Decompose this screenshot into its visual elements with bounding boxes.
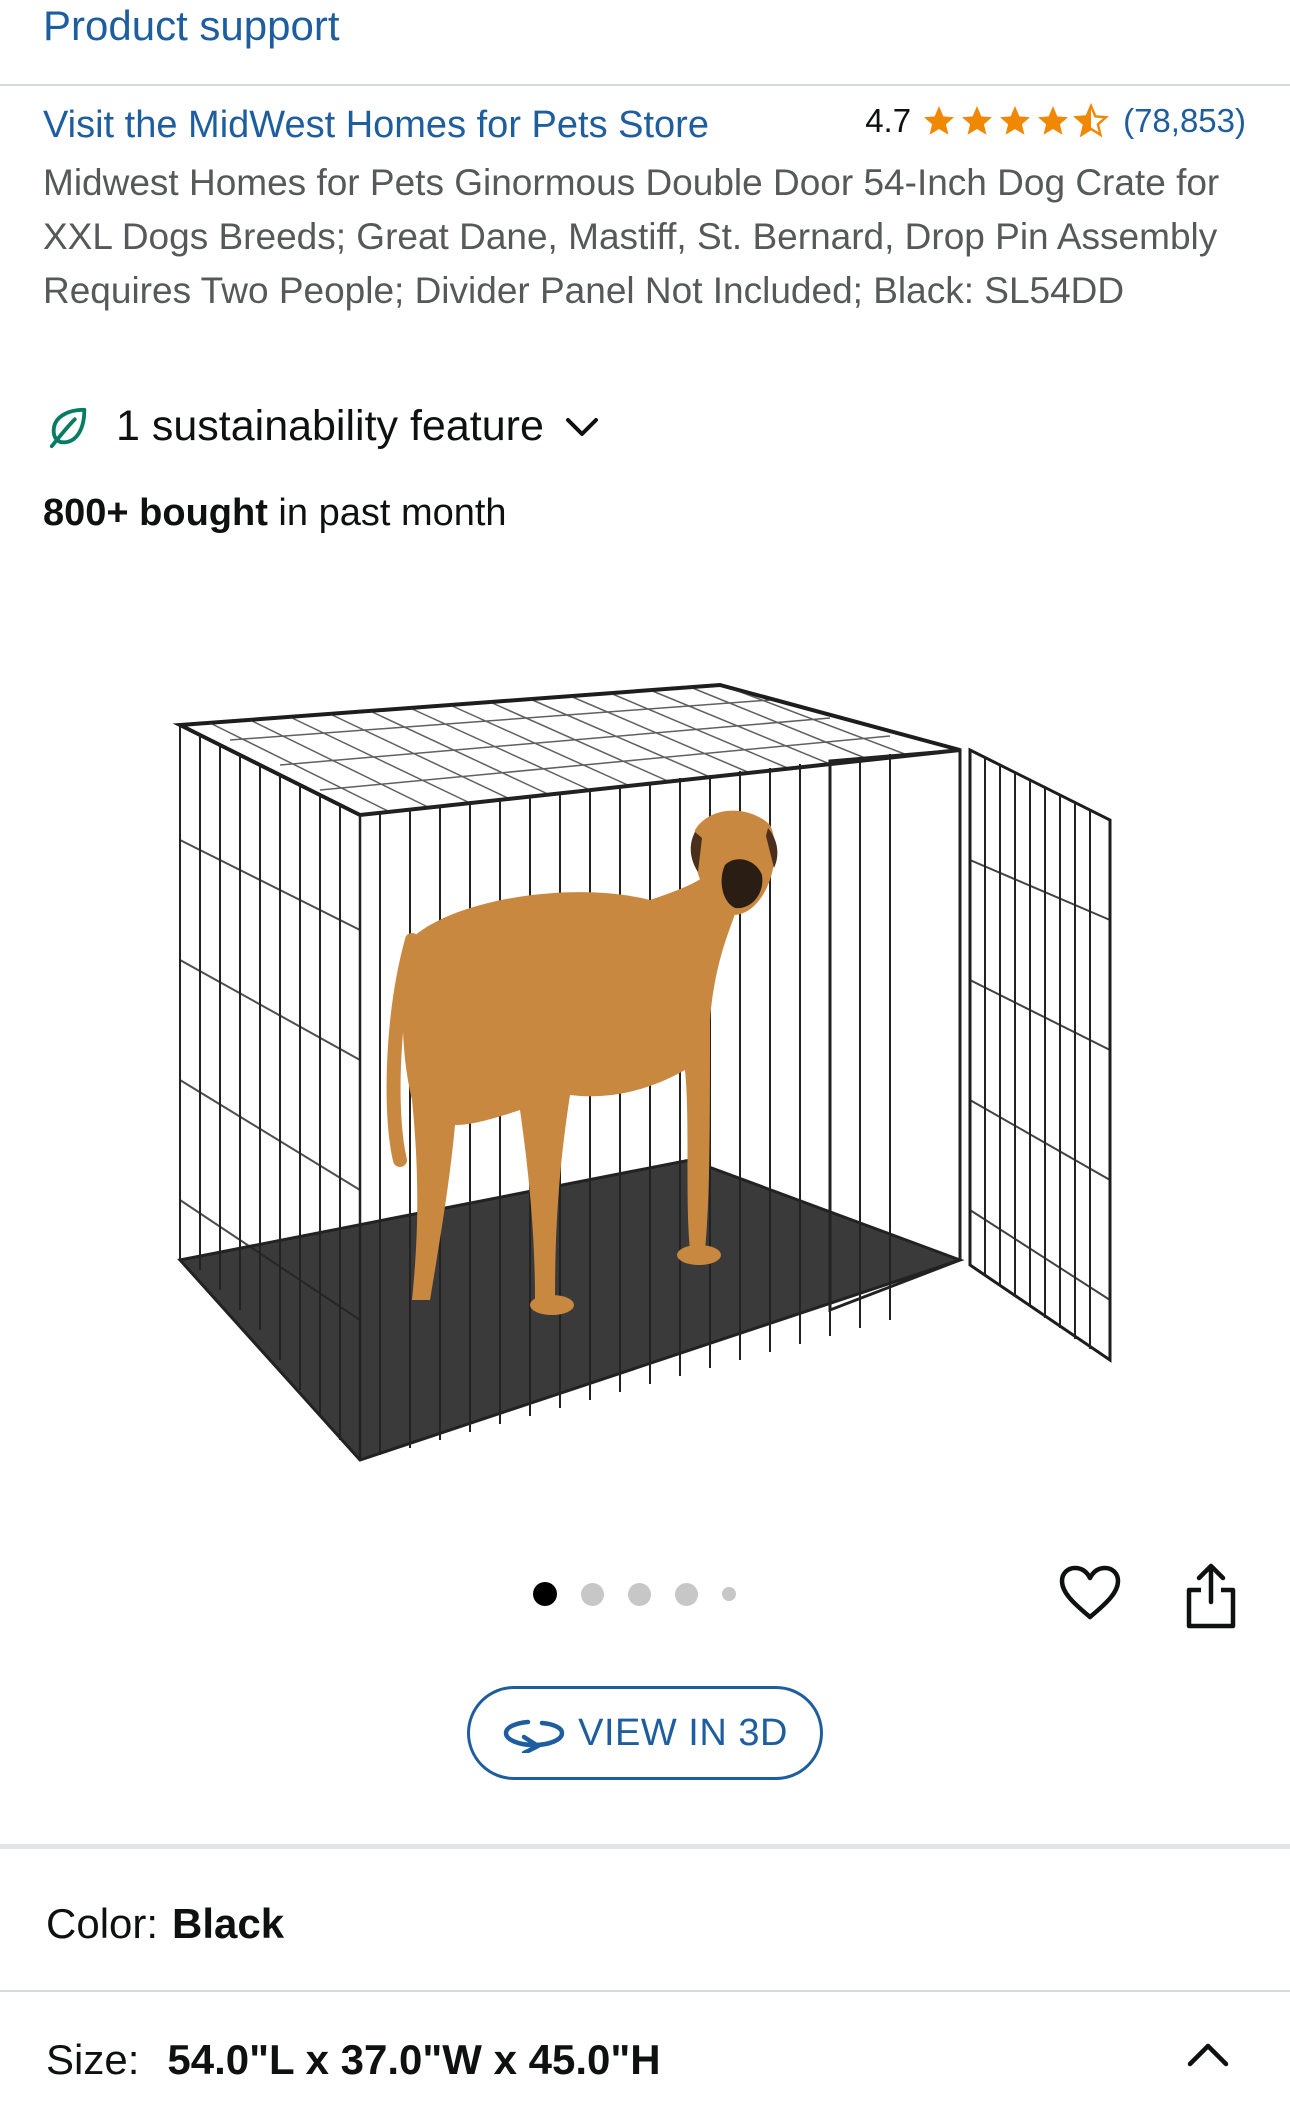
section-divider	[0, 1844, 1290, 1849]
carousel-dot[interactable]	[581, 1582, 604, 1606]
divider	[0, 84, 1290, 86]
star-icon	[962, 106, 993, 135]
rotate-3d-icon	[503, 1719, 565, 1753]
product-support-link[interactable]: Product support	[43, 2, 340, 50]
sustainability-label: 1 sustainability feature	[116, 402, 544, 450]
divider	[0, 1990, 1290, 1992]
chevron-down-icon	[565, 417, 598, 436]
size-label: Size:	[46, 2036, 140, 2083]
view-in-3d-label: VIEW IN 3D	[578, 1711, 788, 1754]
product-title: Midwest Homes for Pets Ginormous Double …	[43, 162, 1220, 311]
half-star-icon	[1073, 103, 1110, 138]
leaf-icon	[49, 407, 87, 448]
size-selector[interactable]: Size: 54.0"L x 37.0"W x 45.0"H	[46, 2036, 661, 2084]
color-value: Black	[172, 1900, 285, 1947]
view-in-3d-button[interactable]: VIEW IN 3D	[467, 1686, 823, 1780]
rating-count[interactable]: (78,853)	[1123, 102, 1246, 140]
star-rating	[921, 103, 1111, 139]
star-icon	[1000, 106, 1031, 135]
star-icon	[1038, 106, 1069, 135]
star-icon	[924, 106, 955, 135]
share-icon[interactable]	[1183, 1562, 1239, 1630]
carousel-dot[interactable]	[722, 1587, 736, 1601]
store-link[interactable]: Visit the MidWest Homes for Pets Store	[43, 104, 709, 147]
heart-icon[interactable]	[1058, 1564, 1122, 1622]
chevron-up-icon[interactable]	[1186, 2040, 1230, 2068]
size-value: 54.0"L x 37.0"W x 45.0"H	[167, 2036, 661, 2083]
carousel-dot[interactable]	[675, 1582, 698, 1606]
bought-rest: in past month	[267, 492, 507, 534]
bought-bold: 800+ bought	[43, 492, 268, 534]
product-image[interactable]	[150, 600, 1130, 1490]
carousel-dot[interactable]	[628, 1582, 651, 1606]
rating-value: 4.7	[865, 102, 912, 139]
carousel-dot-active[interactable]	[533, 1582, 557, 1606]
color-label: Color:	[46, 1900, 159, 1947]
sustainability-toggle[interactable]: 1 sustainability feature	[46, 402, 602, 451]
image-carousel-dots[interactable]	[533, 1582, 760, 1606]
bought-count: 800+ bought in past month	[43, 492, 507, 535]
color-selector[interactable]: Color: Black	[46, 1900, 284, 1948]
rating-summary[interactable]: 4.7 (78,853)	[865, 102, 1246, 140]
